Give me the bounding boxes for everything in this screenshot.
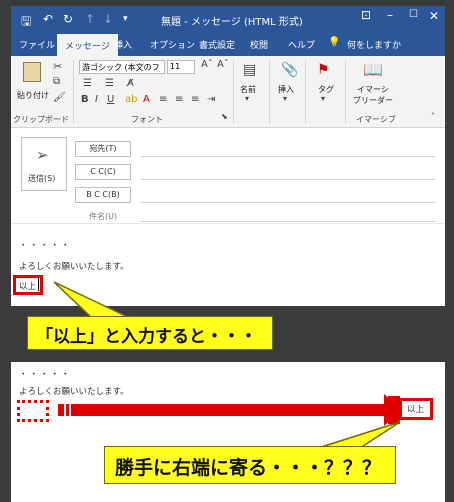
callout-2-pointer — [317, 421, 401, 449]
callout-2: 勝手に右端に寄る・・・？？？ — [104, 446, 396, 484]
